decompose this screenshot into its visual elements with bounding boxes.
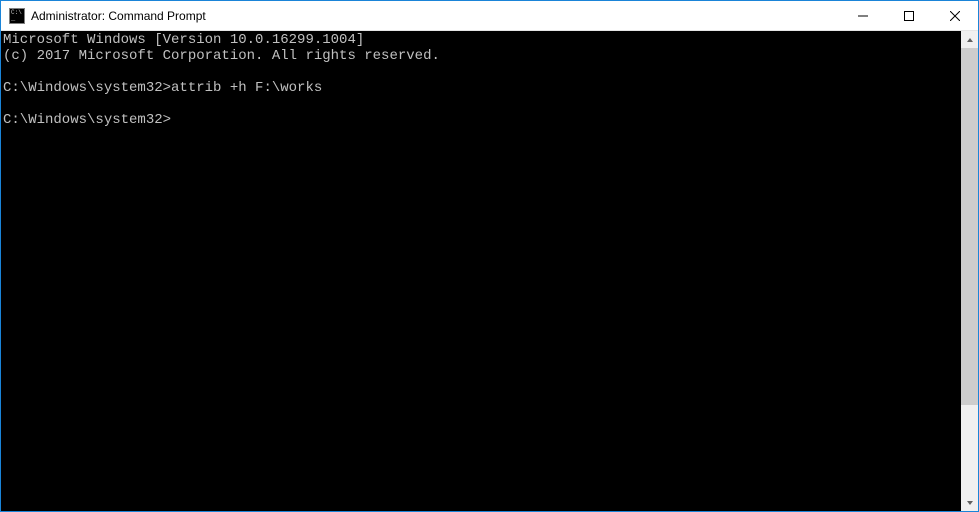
close-icon (950, 11, 960, 21)
window-title: Administrator: Command Prompt (31, 9, 840, 23)
terminal-line: (c) 2017 Microsoft Corporation. All righ… (3, 48, 961, 64)
window-controls (840, 1, 978, 30)
maximize-button[interactable] (886, 1, 932, 31)
scroll-thumb[interactable] (961, 48, 978, 405)
terminal-line: Microsoft Windows [Version 10.0.16299.10… (3, 32, 961, 48)
chevron-up-icon (966, 36, 974, 44)
maximize-icon (904, 11, 914, 21)
command-prompt-window: Administrator: Command Prompt Microsoft … (0, 0, 979, 512)
chevron-down-icon (966, 499, 974, 507)
terminal-line (3, 96, 961, 112)
terminal-output[interactable]: Microsoft Windows [Version 10.0.16299.10… (1, 31, 961, 511)
client-area: Microsoft Windows [Version 10.0.16299.10… (1, 31, 978, 511)
minimize-icon (858, 11, 868, 21)
titlebar[interactable]: Administrator: Command Prompt (1, 1, 978, 31)
cmd-icon (9, 8, 25, 24)
terminal-line: C:\Windows\system32> (3, 112, 961, 128)
scroll-track[interactable] (961, 48, 978, 494)
minimize-button[interactable] (840, 1, 886, 31)
scroll-up-button[interactable] (961, 31, 978, 48)
close-button[interactable] (932, 1, 978, 31)
terminal-line: C:\Windows\system32>attrib +h F:\works (3, 80, 961, 96)
vertical-scrollbar[interactable] (961, 31, 978, 511)
terminal-line (3, 64, 961, 80)
scroll-down-button[interactable] (961, 494, 978, 511)
